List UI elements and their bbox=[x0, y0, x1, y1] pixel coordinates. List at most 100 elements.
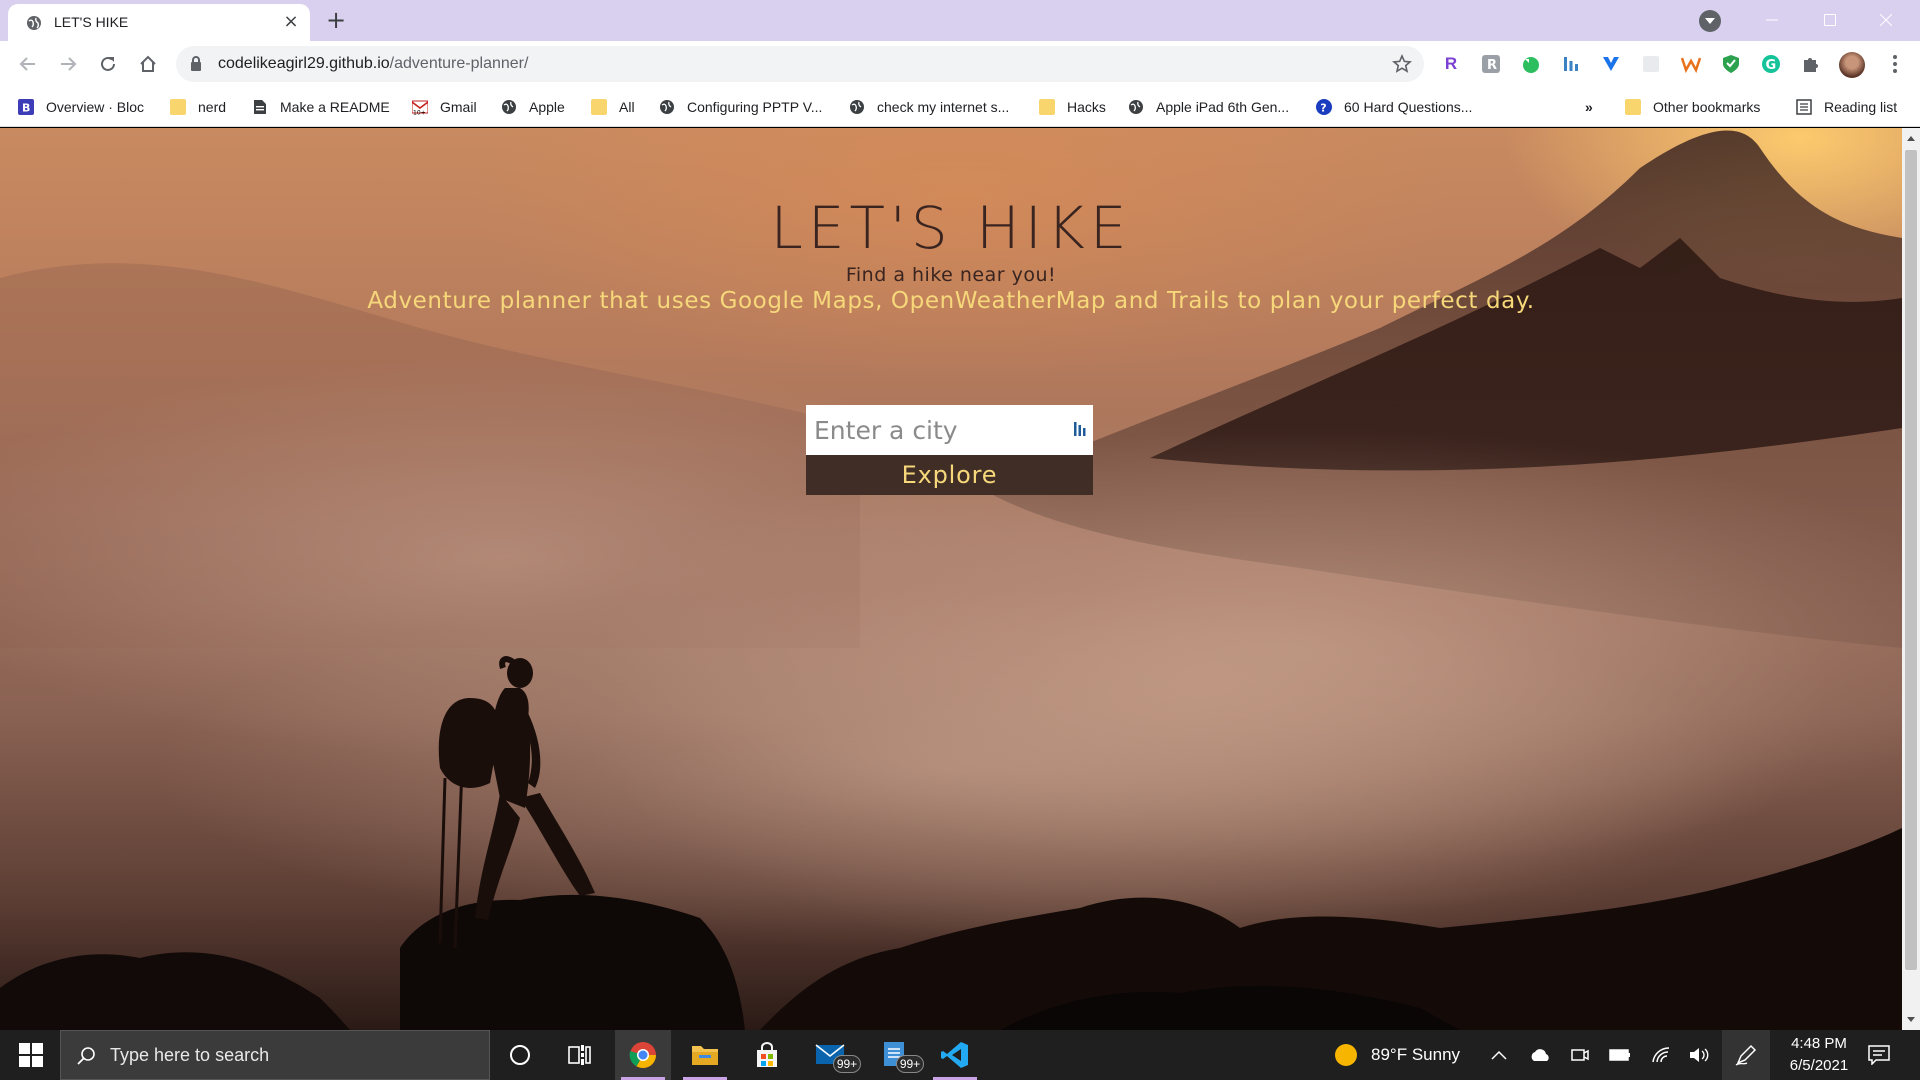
bookmark-label: check my internet s... bbox=[877, 99, 1010, 115]
windows-logo-icon bbox=[19, 1043, 43, 1067]
gmail-icon: 10+ bbox=[412, 100, 428, 115]
bookmark-item[interactable]: check my internet s... bbox=[849, 96, 1009, 118]
taskbar-vscode[interactable] bbox=[927, 1030, 983, 1080]
volume-icon[interactable] bbox=[1689, 1046, 1711, 1064]
taskbar-notepad[interactable]: 99+ bbox=[866, 1030, 924, 1080]
home-icon bbox=[140, 55, 156, 72]
home-button[interactable] bbox=[134, 50, 162, 78]
pen-workspace-button[interactable] bbox=[1722, 1030, 1770, 1080]
more-menu-icon[interactable] bbox=[1885, 52, 1905, 76]
svg-text:R: R bbox=[1487, 58, 1497, 73]
taskbar-mail[interactable]: 99+ bbox=[803, 1030, 861, 1080]
tab-title: LET'S HIKE bbox=[54, 14, 129, 30]
battery-icon[interactable] bbox=[1609, 1048, 1631, 1062]
forward-button[interactable] bbox=[54, 50, 82, 78]
extensions-puzzle-icon[interactable] bbox=[1799, 52, 1823, 76]
folder-icon bbox=[692, 1046, 718, 1065]
scroll-down-arrow-icon[interactable] bbox=[1906, 1014, 1916, 1024]
page-scrollbar[interactable] bbox=[1902, 128, 1920, 1030]
weather-text[interactable]: 89°F Sunny bbox=[1371, 1045, 1460, 1065]
page-description: Adventure planner that uses Google Maps,… bbox=[367, 288, 1535, 314]
lock-icon bbox=[191, 56, 201, 71]
bookmark-item[interactable]: ? 60 Hard Questions... bbox=[1316, 96, 1472, 118]
input-extension-icon[interactable] bbox=[1073, 420, 1087, 438]
maximize-button[interactable] bbox=[1810, 6, 1850, 34]
task-view-button[interactable] bbox=[552, 1030, 608, 1080]
cortana-icon bbox=[510, 1045, 530, 1065]
bookmark-star-icon[interactable] bbox=[1392, 54, 1412, 74]
wifi-icon[interactable] bbox=[1651, 1046, 1671, 1064]
new-tab-button[interactable]: + bbox=[320, 6, 352, 36]
city-search-form: Explore bbox=[806, 405, 1093, 495]
scrollbar-thumb[interactable] bbox=[1905, 150, 1917, 970]
browser-tab[interactable]: LET'S HIKE × bbox=[8, 4, 310, 41]
bookmark-extension-icon[interactable]: R bbox=[1479, 52, 1503, 76]
stats-extension-icon[interactable] bbox=[1559, 52, 1583, 76]
meet-now-icon[interactable] bbox=[1571, 1046, 1589, 1064]
bookmark-item[interactable]: B Overview · Bloc bbox=[18, 96, 144, 118]
chevron-up-icon[interactable] bbox=[1491, 1050, 1507, 1060]
v-extension-icon[interactable] bbox=[1599, 52, 1623, 76]
bookmark-item[interactable]: Apple iPad 6th Gen... bbox=[1128, 96, 1289, 118]
taskbar-search-box[interactable]: Type here to search bbox=[60, 1030, 490, 1080]
minimize-icon bbox=[1766, 19, 1778, 21]
taskbar-store[interactable] bbox=[739, 1030, 795, 1080]
url-path: /adventure-planner/ bbox=[389, 55, 529, 72]
evernote-icon[interactable] bbox=[1519, 52, 1543, 76]
clock-time[interactable]: 4:48 PM bbox=[1784, 1035, 1854, 1052]
browser-toolbar: codelikeagirl29.github.io/adventure-plan… bbox=[0, 41, 1920, 87]
store-bag-icon bbox=[757, 1042, 777, 1067]
scroll-up-arrow-icon[interactable] bbox=[1906, 134, 1916, 144]
cortana-button[interactable] bbox=[492, 1030, 548, 1080]
taskbar-file-explorer[interactable] bbox=[677, 1030, 733, 1080]
address-bar[interactable]: codelikeagirl29.github.io/adventure-plan… bbox=[176, 46, 1424, 82]
folder-icon bbox=[591, 99, 607, 115]
bookmarks-overflow-button[interactable]: » bbox=[1585, 96, 1593, 118]
maximize-icon bbox=[1824, 14, 1836, 26]
search-icon bbox=[77, 1047, 95, 1065]
minimize-button[interactable] bbox=[1752, 6, 1792, 34]
onedrive-cloud-icon[interactable] bbox=[1529, 1048, 1551, 1062]
browser-tab-strip: LET'S HIKE × + bbox=[0, 0, 1920, 41]
reading-list-icon bbox=[1796, 99, 1812, 115]
question-icon: ? bbox=[1316, 99, 1332, 115]
profile-avatar[interactable] bbox=[1839, 52, 1865, 78]
bookmark-item[interactable]: 10+ Gmail bbox=[412, 96, 477, 118]
bookmarks-bar: B Overview · Bloc nerd Make a README 10+… bbox=[0, 87, 1920, 127]
bookmark-item[interactable]: Make a README bbox=[252, 96, 390, 118]
tab-search-button[interactable] bbox=[1699, 10, 1721, 32]
url-text: codelikeagirl29.github.io/adventure-plan… bbox=[218, 55, 528, 73]
bookmark-label: All bbox=[619, 99, 635, 115]
folder-icon bbox=[1039, 99, 1055, 115]
notifications-icon[interactable] bbox=[1868, 1045, 1890, 1065]
r-extension-icon[interactable]: R bbox=[1439, 52, 1463, 76]
bookmark-item[interactable]: nerd bbox=[170, 96, 226, 118]
shield-extension-icon[interactable] bbox=[1719, 52, 1743, 76]
explore-button[interactable]: Explore bbox=[806, 455, 1093, 495]
other-bookmarks-folder[interactable]: Other bookmarks bbox=[1625, 96, 1760, 118]
close-window-button[interactable] bbox=[1866, 6, 1906, 34]
clock-date[interactable]: 6/5/2021 bbox=[1780, 1057, 1858, 1074]
bookmark-label: Apple iPad 6th Gen... bbox=[1156, 99, 1290, 115]
grammarly-icon[interactable]: G bbox=[1759, 52, 1783, 76]
start-button[interactable] bbox=[2, 1030, 58, 1080]
globe-icon bbox=[850, 100, 864, 114]
svg-text:B: B bbox=[22, 102, 30, 115]
taskbar-chrome[interactable] bbox=[615, 1030, 671, 1080]
bookmark-item[interactable]: Configuring PPTP V... bbox=[659, 96, 822, 118]
bookmark-item[interactable]: All bbox=[591, 96, 635, 118]
bloc-icon: B bbox=[18, 99, 34, 115]
close-icon bbox=[1880, 14, 1892, 26]
reload-button[interactable] bbox=[94, 50, 122, 78]
reading-list-button[interactable]: Reading list bbox=[1796, 96, 1897, 118]
pen-icon bbox=[1735, 1044, 1757, 1066]
blank-extension-icon[interactable] bbox=[1639, 52, 1663, 76]
mail-badge: 99+ bbox=[833, 1055, 861, 1073]
city-search-input[interactable] bbox=[806, 405, 1093, 455]
back-button[interactable] bbox=[14, 50, 42, 78]
bookmark-label: Apple bbox=[529, 99, 565, 115]
bookmark-item[interactable]: Apple bbox=[501, 96, 565, 118]
bookmark-item[interactable]: Hacks bbox=[1039, 96, 1106, 118]
w-extension-icon[interactable] bbox=[1679, 52, 1703, 76]
close-tab-icon[interactable]: × bbox=[282, 13, 300, 31]
